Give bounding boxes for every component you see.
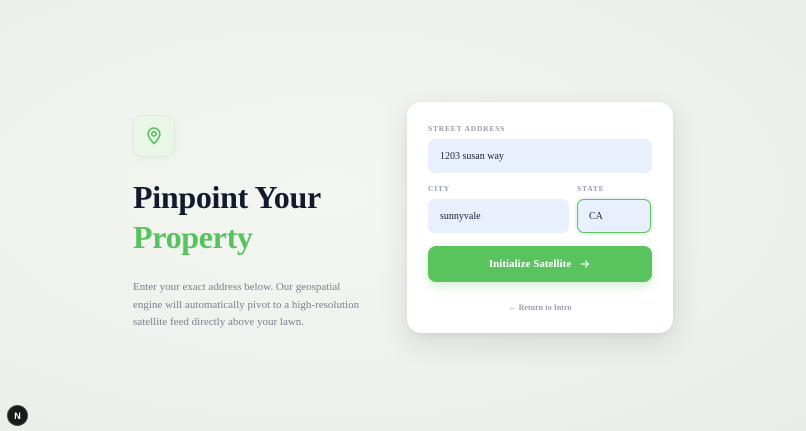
state-group: STATE CA: [577, 184, 651, 233]
street-address-label: STREET ADDRESS: [428, 124, 506, 133]
initialize-satellite-label: Initialize Satellite: [488, 258, 572, 270]
hero-description: Enter your exact address below. Our geos…: [133, 281, 360, 328]
state-value: CA: [589, 210, 603, 222]
state-input[interactable]: CA: [577, 199, 651, 233]
city-input[interactable]: sunnyvale: [428, 199, 569, 233]
initialize-satellite-button[interactable]: Initialize Satellite: [428, 246, 652, 282]
title-line-1: Pinpoint Your: [133, 179, 321, 215]
page-title: Pinpoint Your Property: [133, 177, 373, 257]
street-address-value: 1203 susan way: [440, 150, 504, 162]
address-form-card: STREET ADDRESS 1203 susan way CITY sunny…: [407, 102, 673, 333]
hero-section: Pinpoint Your Property Enter your exact …: [133, 115, 373, 332]
city-state-row: CITY sunnyvale STATE CA: [428, 184, 652, 233]
dev-badge[interactable]: N: [7, 405, 28, 426]
map-pin-icon: [133, 115, 175, 157]
return-to-intro-link[interactable]: ← Return to Intro: [428, 303, 652, 312]
title-line-2: Property: [133, 219, 253, 255]
city-value: sunnyvale: [440, 210, 481, 222]
city-label: CITY: [428, 184, 450, 193]
state-label: STATE: [577, 184, 605, 193]
dev-badge-label: N: [14, 410, 21, 421]
arrow-right-icon: [580, 260, 590, 268]
street-address-input[interactable]: 1203 susan way: [428, 139, 652, 173]
city-group: CITY sunnyvale: [428, 184, 569, 233]
